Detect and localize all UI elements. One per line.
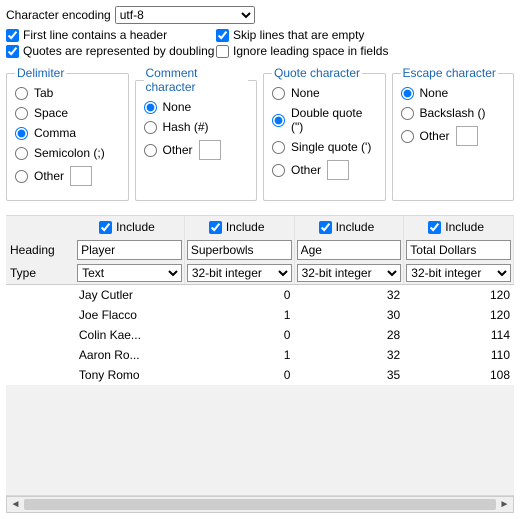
first-line-header-checkbox[interactable] [6, 29, 19, 42]
escape-option-label: None [420, 86, 449, 100]
delimiter-option-label: Space [34, 106, 68, 120]
table-cell: 0 [185, 286, 295, 304]
type-select[interactable]: Text32-bit integer [406, 264, 511, 282]
table-row: Tony Romo035108 [6, 365, 514, 385]
delimiter-radio[interactable] [15, 107, 28, 120]
heading-input[interactable] [406, 240, 511, 260]
table-cell: 1 [185, 306, 295, 324]
delimiter-option-label: Other [34, 169, 64, 183]
include-checkbox[interactable] [99, 221, 112, 234]
type-select[interactable]: Text32-bit integer [77, 264, 182, 282]
ignore-leading-label: Ignore leading space in fields [233, 44, 388, 58]
comment-legend: Comment character [144, 66, 249, 94]
encoding-select[interactable]: utf-8 [115, 6, 255, 24]
quote-group: Quote character None Double quote (") Singl… [263, 66, 386, 201]
table-cell: 108 [404, 366, 514, 384]
quote-radio[interactable] [272, 164, 285, 177]
table-row: Joe Flacco130120 [6, 305, 514, 325]
escape-radio[interactable] [401, 87, 414, 100]
include-checkbox[interactable] [428, 221, 441, 234]
include-label: Include [226, 220, 265, 234]
delimiter-other-input[interactable] [70, 166, 92, 186]
scroll-thumb[interactable] [24, 499, 496, 510]
table-cell: 28 [294, 326, 404, 344]
delimiter-legend: Delimiter [15, 66, 66, 80]
quotes-doubling-checkbox[interactable] [6, 45, 19, 58]
escape-radio[interactable] [401, 107, 414, 120]
first-line-header-label: First line contains a header [23, 28, 167, 42]
table-cell: 120 [404, 286, 514, 304]
heading-input[interactable] [297, 240, 402, 260]
comment-radio[interactable] [144, 144, 157, 157]
type-select[interactable]: Text32-bit integer [187, 264, 292, 282]
delimiter-option-label: Tab [34, 86, 53, 100]
table-row: Colin Kae...028114 [6, 325, 514, 345]
table-row: Aaron Ro...132110 [6, 345, 514, 365]
quotes-doubling-label: Quotes are represented by doubling [23, 44, 214, 58]
quote-radio[interactable] [272, 114, 285, 127]
heading-input[interactable] [187, 240, 292, 260]
table-cell: Jay Cutler [75, 286, 185, 304]
heading-row-label: Heading [6, 240, 75, 260]
quote-radio[interactable] [272, 141, 285, 154]
escape-group: Escape character None Backslash () Other [392, 66, 515, 201]
table-cell: 30 [294, 306, 404, 324]
quote-legend: Quote character [272, 66, 362, 80]
delimiter-radio[interactable] [15, 127, 28, 140]
quote-radio[interactable] [272, 87, 285, 100]
table-cell: 35 [294, 366, 404, 384]
comment-radio[interactable] [144, 101, 157, 114]
quote-option-label: Other [291, 163, 321, 177]
escape-legend: Escape character [401, 66, 498, 80]
skip-empty-label: Skip lines that are empty [233, 28, 364, 42]
delimiter-option-label: Semicolon (;) [34, 146, 105, 160]
delimiter-option-label: Comma [34, 126, 76, 140]
table-cell: Colin Kae... [75, 326, 185, 344]
quote-option-label: Single quote (') [291, 140, 371, 154]
delimiter-radio[interactable] [15, 170, 28, 183]
table-cell: Joe Flacco [75, 306, 185, 324]
table-cell: Aaron Ro... [75, 346, 185, 364]
table-cell: 0 [185, 326, 295, 344]
encoding-label: Character encoding [6, 8, 111, 22]
quote-option-label: Double quote (") [291, 106, 377, 134]
include-label: Include [445, 220, 484, 234]
delimiter-radio[interactable] [15, 87, 28, 100]
comment-other-input[interactable] [199, 140, 221, 160]
include-label: Include [336, 220, 375, 234]
comment-option-label: Hash (#) [163, 120, 209, 134]
table-row: Jay Cutler032120 [6, 285, 514, 305]
scroll-left-icon[interactable]: ◄ [7, 497, 24, 512]
include-label: Include [116, 220, 155, 234]
include-checkbox[interactable] [209, 221, 222, 234]
escape-option-label: Other [420, 129, 450, 143]
comment-radio[interactable] [144, 121, 157, 134]
comment-group: Comment character None Hash (#) Other [135, 66, 258, 201]
delimiter-radio[interactable] [15, 147, 28, 160]
table-cell: Tony Romo [75, 366, 185, 384]
table-cell: 1 [185, 346, 295, 364]
type-select[interactable]: Text32-bit integer [297, 264, 402, 282]
comment-option-label: Other [163, 143, 193, 157]
heading-input[interactable] [77, 240, 182, 260]
include-checkbox[interactable] [319, 221, 332, 234]
scroll-right-icon[interactable]: ► [496, 497, 513, 512]
table-cell: 114 [404, 326, 514, 344]
table-cell: 32 [294, 346, 404, 364]
horizontal-scrollbar[interactable]: ◄ ► [6, 496, 514, 513]
ignore-leading-checkbox[interactable] [216, 45, 229, 58]
delimiter-group: Delimiter Tab Space Comma Semicolon (;) Other [6, 66, 129, 201]
skip-empty-checkbox[interactable] [216, 29, 229, 42]
comment-option-label: None [163, 100, 192, 114]
escape-option-label: Backslash () [420, 106, 486, 120]
quote-other-input[interactable] [327, 160, 349, 180]
table-cell: 120 [404, 306, 514, 324]
escape-other-input[interactable] [456, 126, 478, 146]
table-cell: 0 [185, 366, 295, 384]
table-cell: 32 [294, 286, 404, 304]
escape-radio[interactable] [401, 130, 414, 143]
quote-option-label: None [291, 86, 320, 100]
table-cell: 110 [404, 346, 514, 364]
type-row-label: Type [6, 263, 75, 283]
